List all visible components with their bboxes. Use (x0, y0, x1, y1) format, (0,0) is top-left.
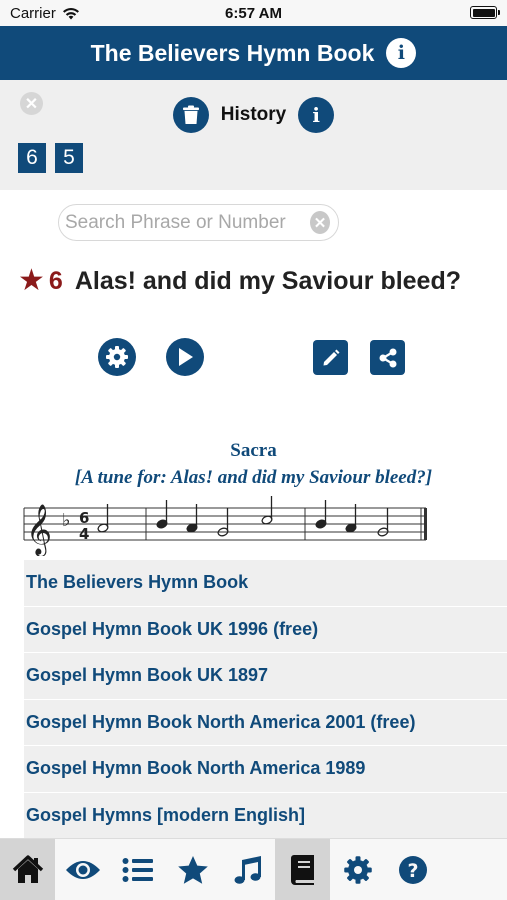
list-icon (122, 858, 153, 882)
gear-icon (106, 346, 128, 368)
gear-icon (343, 856, 372, 884)
tab-home[interactable] (0, 839, 55, 900)
play-button[interactable] (166, 338, 204, 376)
tab-favorites[interactable] (165, 839, 220, 900)
hymn-book-item[interactable]: Gospel Hymn Book North America 2001 (fre… (24, 699, 507, 746)
history-label: History (220, 104, 287, 125)
home-icon (12, 855, 43, 883)
music-note-icon (234, 856, 261, 884)
tab-tunes[interactable] (220, 839, 275, 900)
hymn-book-item[interactable]: Gospel Hymn Book UK 1996 (free) (24, 606, 507, 653)
hymn-book-item[interactable]: Gospel Hymns [modern English] (24, 792, 507, 839)
hymn-book-list: The Believers Hymn Book Gospel Hymn Book… (24, 560, 507, 839)
recent-hymns: 6 5 (18, 143, 83, 173)
search-input[interactable] (65, 211, 310, 234)
search-bar: ✕ (58, 204, 339, 241)
app-header: The Believers Hymn Book i (0, 26, 507, 80)
hymn-number: 6 (48, 266, 63, 295)
question-icon: ? (398, 856, 427, 884)
info-icon[interactable]: i (386, 38, 417, 68)
tune-subtitle: [A tune for: Alas! and did my Saviour bl… (74, 467, 433, 488)
history-info-icon[interactable]: i (298, 97, 335, 133)
status-bar: Carrier 6:57 AM (0, 0, 507, 26)
eye-icon (65, 861, 100, 879)
recent-hymn-chip[interactable]: 5 (55, 143, 83, 173)
book-icon (290, 855, 314, 885)
tab-books[interactable] (275, 839, 330, 900)
svg-text:?: ? (407, 860, 418, 882)
trash-icon[interactable] (172, 97, 209, 133)
hymn-heading: ★ 6 Alas! and did my Saviour bleed? (18, 266, 461, 296)
clock: 6:57 AM (225, 5, 282, 22)
share-icon (379, 348, 396, 367)
share-button[interactable] (370, 340, 405, 375)
hymn-book-item[interactable]: The Believers Hymn Book (24, 560, 507, 607)
edit-button[interactable] (313, 340, 348, 375)
hymn-title: Alas! and did my Saviour bleed? (74, 266, 462, 295)
tab-recent[interactable] (55, 839, 110, 900)
clear-search-icon[interactable]: ✕ (310, 211, 330, 234)
favorite-star-icon[interactable]: ★ (18, 266, 45, 296)
play-icon (179, 348, 193, 366)
pencil-icon (323, 349, 339, 365)
star-icon (177, 856, 208, 884)
flat-sign: ♭ (62, 510, 71, 531)
music-staff: 𝄞 ♭ 6 4 (23, 496, 427, 556)
battery-icon (470, 6, 500, 19)
history-header: History i (0, 97, 507, 133)
hymn-book-item[interactable]: Gospel Hymn Book UK 1897 (24, 653, 507, 700)
treble-clef-icon: 𝄞 (26, 504, 52, 556)
tab-help[interactable]: ? (385, 839, 440, 900)
tab-settings[interactable] (330, 839, 385, 900)
settings-button[interactable] (98, 338, 136, 376)
app-title: The Believers Hymn Book (90, 39, 375, 66)
hymn-book-item[interactable]: Gospel Hymn Book North America 1989 (24, 746, 507, 793)
tab-bar: ? (0, 838, 507, 900)
recent-hymn-chip[interactable]: 6 (18, 143, 46, 173)
time-signature-bottom: 4 (79, 525, 89, 543)
tab-index[interactable] (110, 839, 165, 900)
history-panel: ✕ History i 6 5 (0, 80, 507, 190)
tune-name: Sacra (230, 440, 277, 461)
